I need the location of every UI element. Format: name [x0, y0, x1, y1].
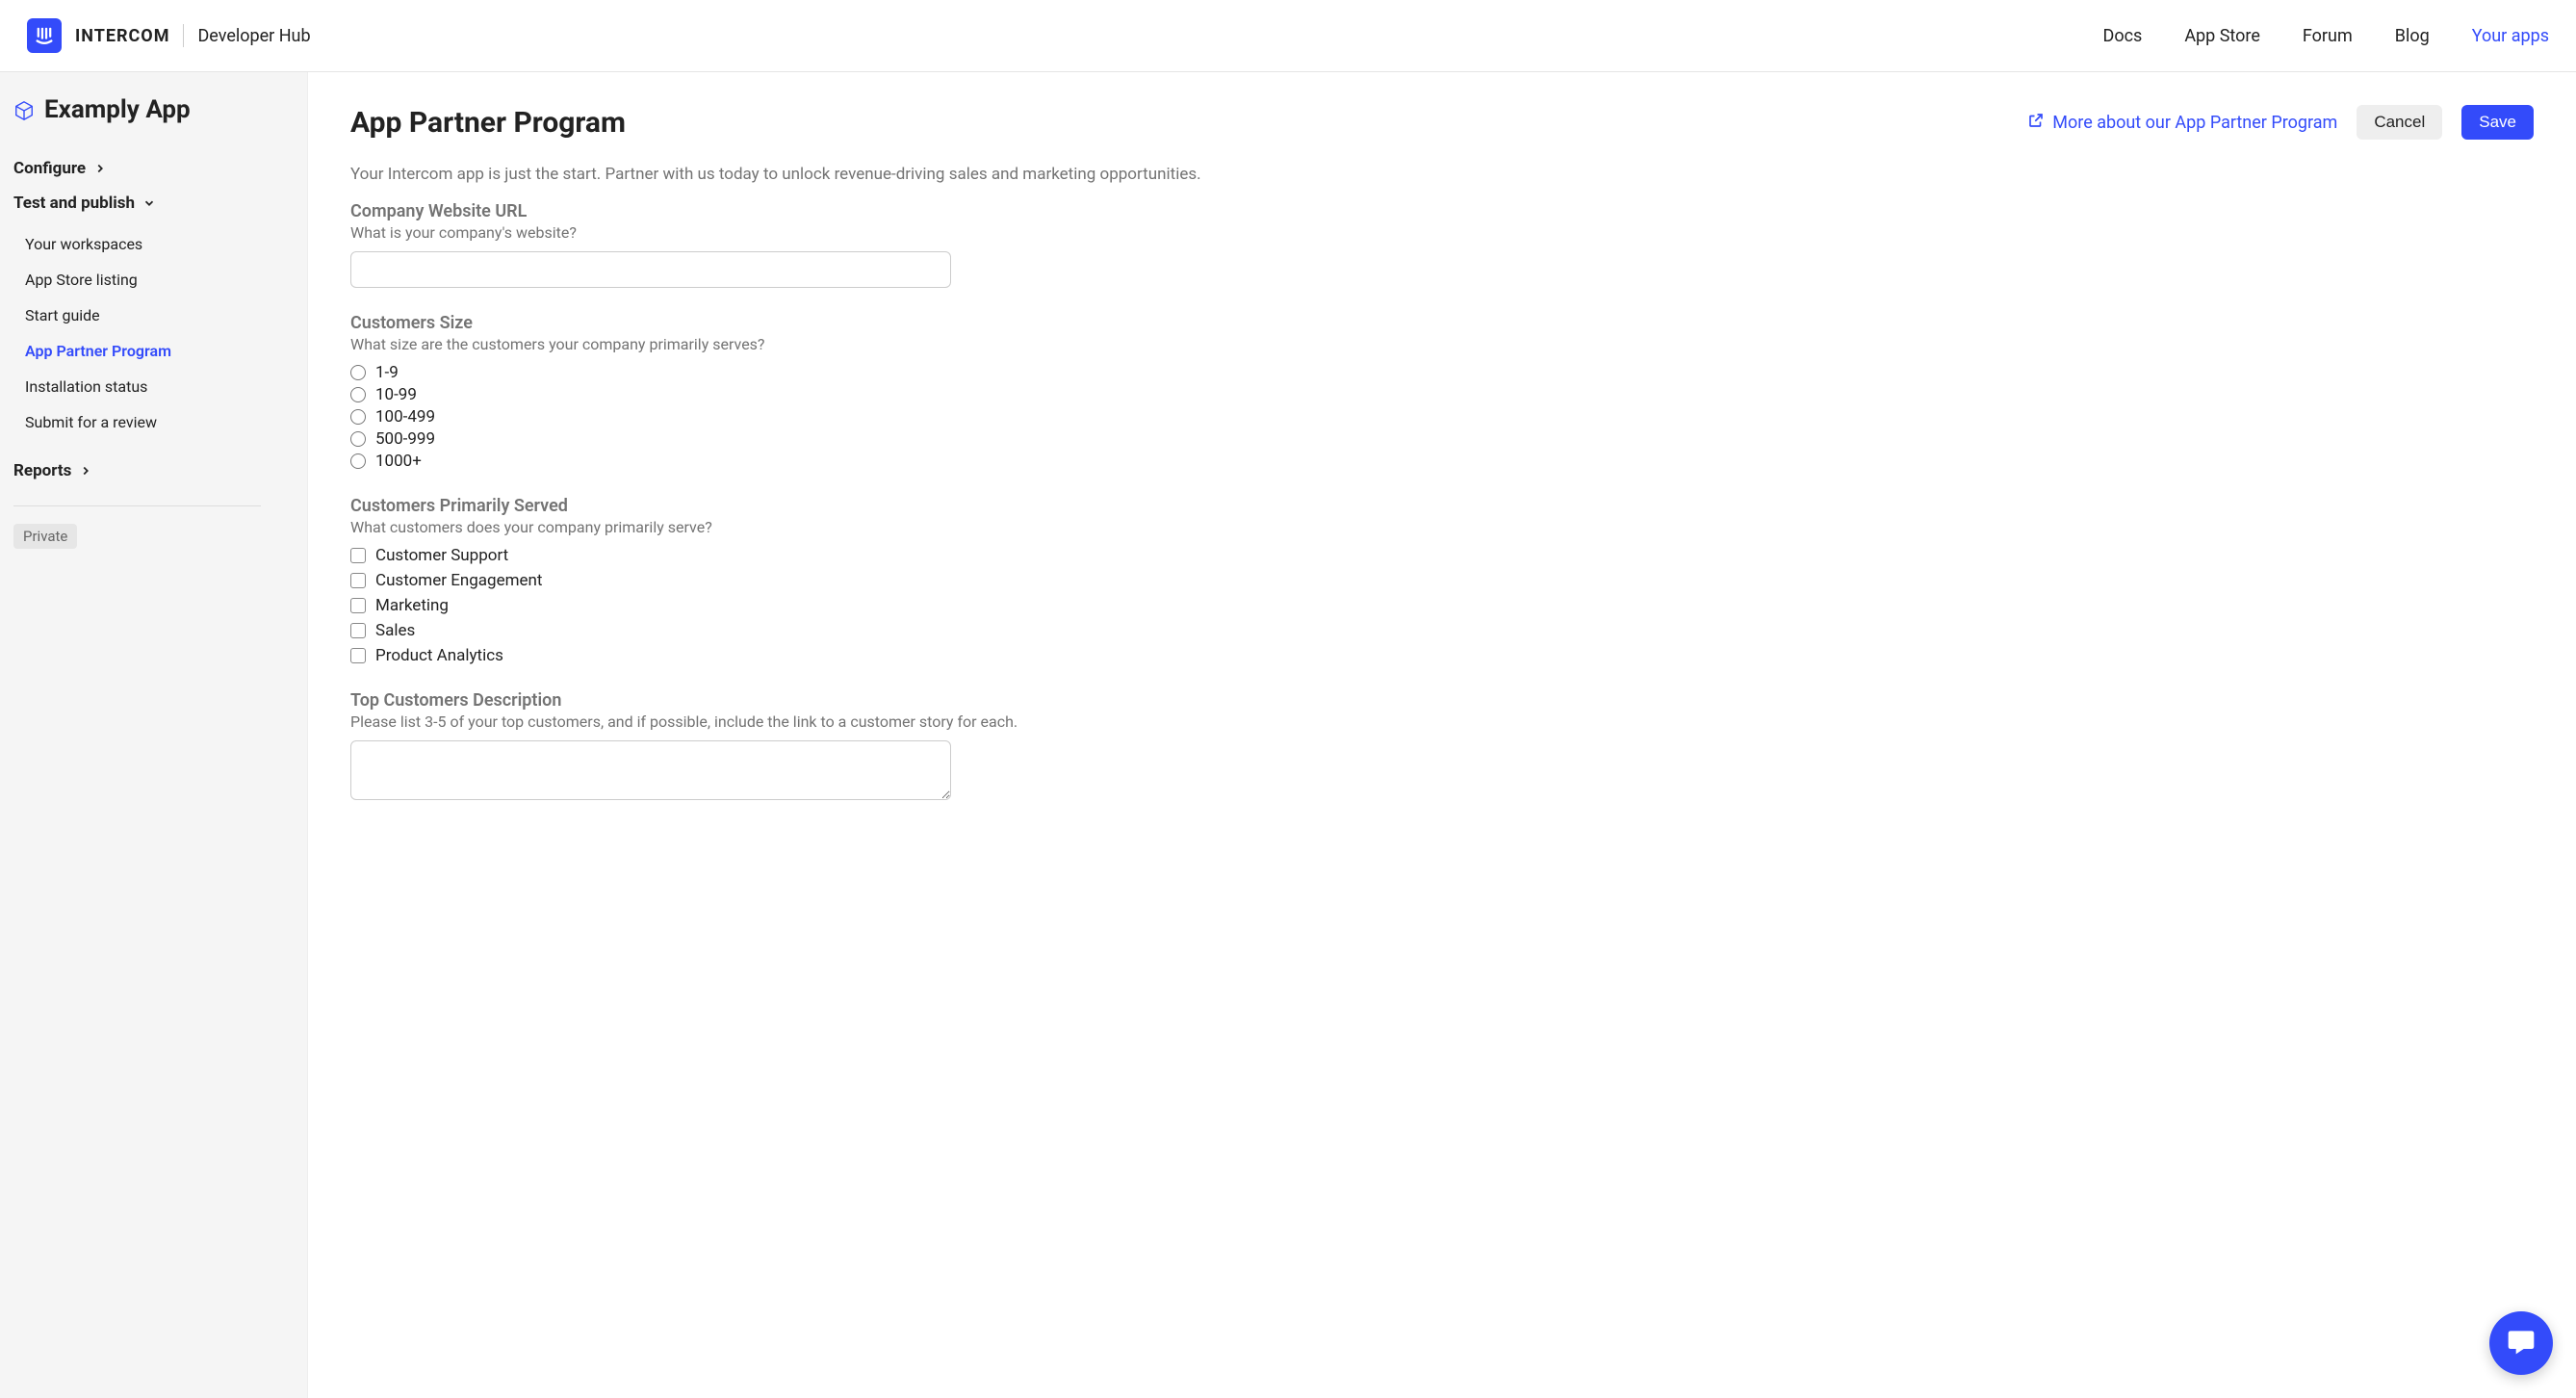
website-sublabel: What is your company's website? [350, 223, 2534, 242]
customers-size-sublabel: What size are the customers your company… [350, 335, 2534, 353]
test-publish-label: Test and publish [13, 194, 135, 213]
brand-name: INTERCOM [75, 26, 169, 46]
sidebar-section-test-publish[interactable]: Test and publish [13, 186, 294, 220]
sidebar-divider [13, 505, 261, 506]
customers-size-label: Customers Size [350, 313, 2534, 333]
reports-label: Reports [13, 461, 71, 480]
radio-input[interactable] [350, 409, 366, 425]
divider [183, 24, 184, 47]
sidebar-items: Your workspaces App Store listing Start … [25, 226, 294, 440]
sidebar-item-installation[interactable]: Installation status [25, 369, 294, 404]
sidebar-section-reports[interactable]: Reports [13, 453, 294, 488]
radio-input[interactable] [350, 365, 366, 380]
checkbox-input[interactable] [350, 623, 366, 638]
private-badge: Private [13, 524, 77, 549]
sidebar-item-submit[interactable]: Submit for a review [25, 404, 294, 440]
field-top-customers: Top Customers Description Please list 3-… [350, 690, 2534, 804]
checkbox-input[interactable] [350, 598, 366, 613]
top-customers-input[interactable] [350, 740, 951, 800]
sidebar-section-configure[interactable]: Configure [13, 151, 294, 186]
field-customers-served: Customers Primarily Served What customer… [350, 496, 2534, 665]
nav-blog[interactable]: Blog [2395, 26, 2430, 46]
radio-option-1[interactable]: 10-99 [350, 385, 2534, 404]
radio-option-3[interactable]: 500-999 [350, 429, 2534, 449]
cancel-button[interactable]: Cancel [2357, 105, 2442, 140]
radio-input[interactable] [350, 431, 366, 447]
chat-launcher-button[interactable] [2489, 1311, 2553, 1375]
configure-label: Configure [13, 159, 86, 178]
customers-served-sublabel: What customers does your company primari… [350, 518, 2534, 536]
save-button[interactable]: Save [2461, 105, 2534, 140]
chevron-down-icon [142, 196, 156, 210]
radio-option-2[interactable]: 100-499 [350, 407, 2534, 427]
page-actions: More about our App Partner Program Cance… [2027, 105, 2534, 140]
nav-your-apps[interactable]: Your apps [2472, 26, 2549, 46]
top-customers-label: Top Customers Description [350, 690, 2534, 711]
header-nav: Docs App Store Forum Blog Your apps [2103, 26, 2549, 46]
checkbox-option-0[interactable]: Customer Support [350, 546, 2534, 565]
radio-label: 1-9 [375, 363, 399, 382]
radio-label: 10-99 [375, 385, 417, 404]
checkbox-option-1[interactable]: Customer Engagement [350, 571, 2534, 590]
checkbox-option-4[interactable]: Product Analytics [350, 646, 2534, 665]
radio-input[interactable] [350, 453, 366, 469]
app-title: Examply App [13, 95, 294, 124]
checkbox-option-3[interactable]: Sales [350, 621, 2534, 640]
page-title: App Partner Program [350, 106, 626, 140]
customers-served-label: Customers Primarily Served [350, 496, 2534, 516]
hub-label: Developer Hub [197, 26, 310, 46]
nav-forum[interactable]: Forum [2303, 26, 2353, 46]
sidebar-item-start-guide[interactable]: Start guide [25, 298, 294, 333]
sidebar: Examply App Configure Test and publish Y… [0, 72, 308, 1398]
sidebar-item-partner-program[interactable]: App Partner Program [25, 333, 294, 369]
checkbox-input[interactable] [350, 573, 366, 588]
more-about-link[interactable]: More about our App Partner Program [2027, 112, 2337, 134]
checkbox-label: Product Analytics [375, 646, 503, 665]
chevron-right-icon [93, 162, 107, 175]
page-header: App Partner Program More about our App P… [350, 105, 2534, 140]
checkbox-label: Customer Engagement [375, 571, 542, 590]
sidebar-item-workspaces[interactable]: Your workspaces [25, 226, 294, 262]
website-input[interactable] [350, 251, 951, 288]
nav-docs[interactable]: Docs [2103, 26, 2143, 46]
radio-label: 1000+ [375, 452, 422, 471]
layout: Examply App Configure Test and publish Y… [0, 72, 2576, 1398]
chevron-right-icon [79, 464, 92, 478]
radio-label: 500-999 [375, 429, 435, 449]
radio-option-4[interactable]: 1000+ [350, 452, 2534, 471]
radio-option-0[interactable]: 1-9 [350, 363, 2534, 382]
checkbox-option-2[interactable]: Marketing [350, 596, 2534, 615]
checkbox-label: Marketing [375, 596, 449, 615]
checkbox-label: Sales [375, 621, 415, 640]
sidebar-item-listing[interactable]: App Store listing [25, 262, 294, 298]
intercom-logo-icon[interactable] [27, 18, 62, 53]
checkbox-label: Customer Support [375, 546, 508, 565]
nav-app-store[interactable]: App Store [2184, 26, 2260, 46]
more-link-label: More about our App Partner Program [2052, 113, 2337, 133]
field-website: Company Website URL What is your company… [350, 201, 2534, 288]
chat-icon [2506, 1326, 2537, 1360]
radio-label: 100-499 [375, 407, 435, 427]
website-label: Company Website URL [350, 201, 2534, 221]
checkbox-input[interactable] [350, 548, 366, 563]
cube-icon [13, 99, 35, 120]
header: INTERCOM Developer Hub Docs App Store Fo… [0, 0, 2576, 72]
app-name: Examply App [44, 95, 191, 124]
radio-input[interactable] [350, 387, 366, 402]
intro-text: Your Intercom app is just the start. Par… [350, 165, 2534, 184]
main-content: App Partner Program More about our App P… [308, 72, 2576, 1398]
header-left: INTERCOM Developer Hub [27, 18, 311, 53]
top-customers-sublabel: Please list 3-5 of your top customers, a… [350, 712, 2534, 731]
field-customers-size: Customers Size What size are the custome… [350, 313, 2534, 471]
checkbox-input[interactable] [350, 648, 366, 663]
external-link-icon [2027, 112, 2045, 134]
